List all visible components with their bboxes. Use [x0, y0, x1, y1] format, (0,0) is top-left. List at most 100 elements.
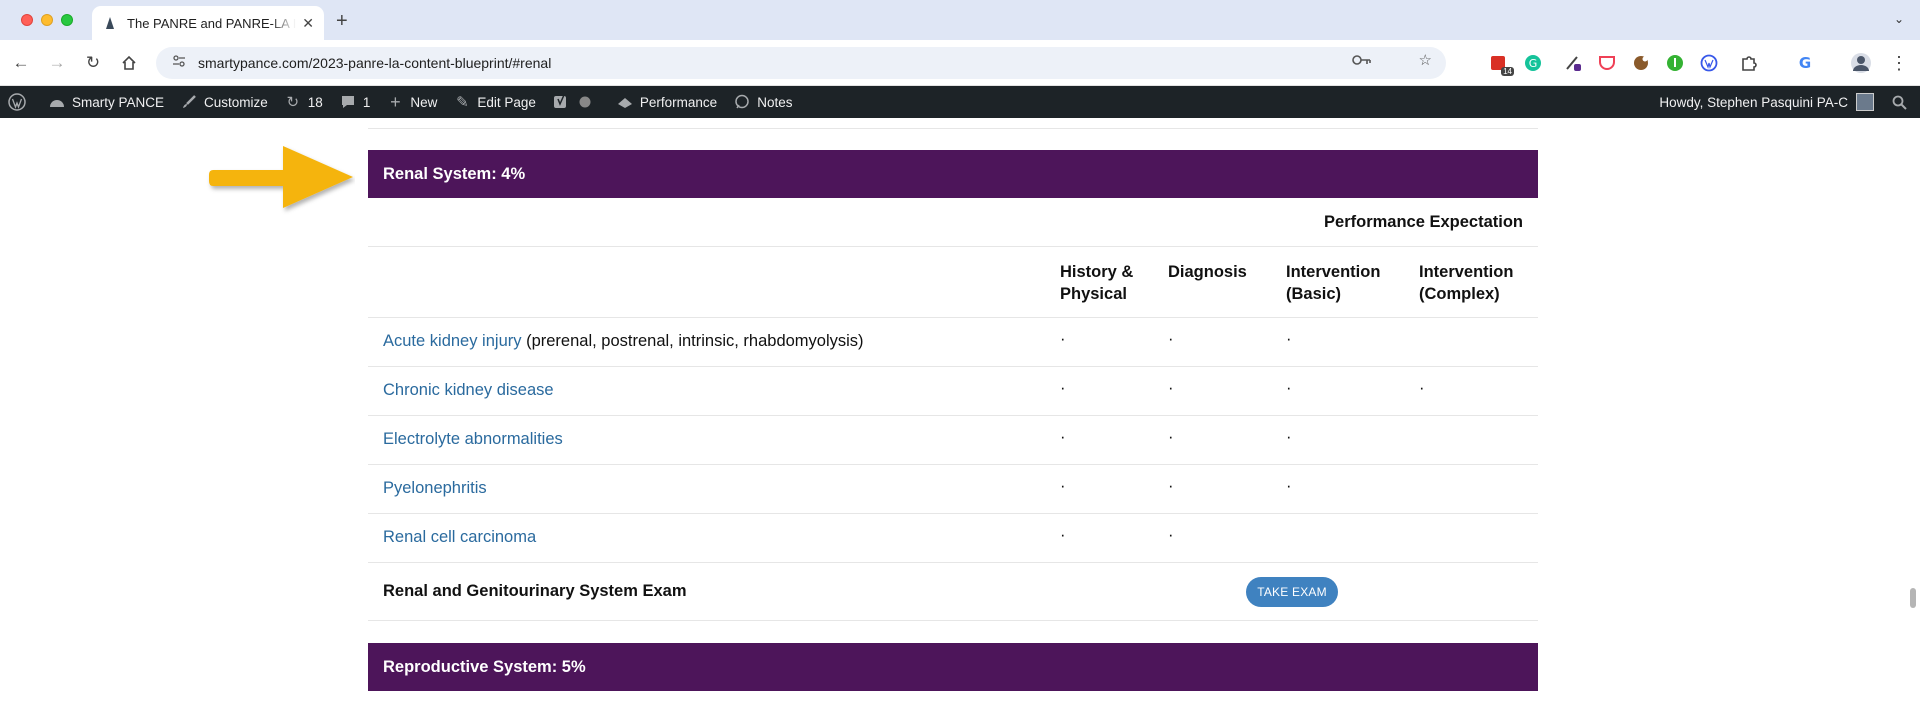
extension-pen-icon[interactable] — [1562, 52, 1584, 74]
column-header-history-physical: History & Physical — [1060, 263, 1134, 303]
notes-bubble-icon — [733, 93, 751, 111]
howdy-label: Howdy, Stephen Pasquini PA-C — [1659, 94, 1848, 110]
column-header-intervention-basic: Intervention (Basic) — [1286, 263, 1381, 303]
page-content: Renal System: 4% Performance Expectation… — [0, 118, 1920, 708]
wp-site-name[interactable]: Smarty PANCE — [40, 86, 172, 118]
table-row: Pyelonephritis · · · — [368, 465, 1538, 514]
mark-intervention-complex: · — [1419, 379, 1425, 397]
mark-diagnosis: · — [1168, 379, 1174, 397]
wp-comments[interactable]: 1 — [331, 86, 379, 118]
mark-diagnosis: · — [1168, 330, 1174, 348]
extension-badge: 14 — [1501, 67, 1514, 76]
browser-tab[interactable]: The PANRE and PANRE-LA In ✕ — [92, 6, 324, 40]
divider — [368, 128, 1538, 129]
table-row: Chronic kidney disease · · · · — [368, 367, 1538, 416]
tab-title: The PANRE and PANRE-LA In — [127, 15, 297, 31]
password-key-icon[interactable] — [1352, 53, 1372, 71]
seo-status-dot-icon — [576, 93, 594, 111]
edit-page-label: Edit Page — [477, 94, 536, 110]
url-text: smartypance.com/2023-panre-la-content-bl… — [198, 55, 552, 71]
extension-wordpress-icon[interactable] — [1698, 52, 1720, 74]
mark-history-physical: · — [1060, 428, 1066, 446]
page-scrollbar[interactable] — [1910, 588, 1916, 608]
renal-table: Performance Expectation History & Physic… — [368, 198, 1538, 621]
highlight-arrow-icon — [209, 146, 353, 208]
home-icon[interactable] — [118, 52, 140, 74]
reproductive-section-header: Reproductive System: 5% — [368, 643, 1538, 691]
extension-google-icon[interactable]: G — [1794, 52, 1816, 74]
take-exam-button[interactable]: TAKE EXAM — [1246, 577, 1338, 607]
performance-label: Performance — [639, 94, 718, 110]
wp-admin-bar: Smarty PANCE Customize ↻ 18 1 + New ✎ Ed… — [0, 86, 1920, 118]
mark-intervention-basic: · — [1286, 428, 1292, 446]
comments-count: 1 — [362, 94, 371, 110]
search-icon — [1890, 93, 1908, 111]
back-icon[interactable]: ← — [10, 52, 32, 74]
extension-calendar-icon[interactable]: 14 — [1488, 52, 1514, 76]
wp-edit-page[interactable]: ✎ Edit Page — [445, 86, 544, 118]
new-tab-icon[interactable]: + — [336, 10, 348, 33]
wp-customize[interactable]: Customize — [172, 86, 276, 118]
wp-performance[interactable]: Performance — [608, 86, 725, 118]
condition-link[interactable]: Electrolyte abnormalities — [383, 430, 563, 448]
minimize-window-button[interactable] — [41, 14, 53, 26]
wp-notes[interactable]: Notes — [725, 86, 800, 118]
mark-diagnosis: · — [1168, 526, 1174, 544]
wp-search[interactable] — [1882, 86, 1920, 118]
extension-grammarly-icon[interactable]: G — [1522, 52, 1544, 74]
updates-refresh-icon: ↻ — [286, 94, 300, 111]
new-label: New — [410, 94, 438, 110]
address-bar: ← → ↻ smartypance.com/2023-panre-la-cont… — [0, 40, 1920, 86]
url-omnibox[interactable]: smartypance.com/2023-panre-la-content-bl… — [156, 47, 1446, 79]
performance-expectation-label: Performance Expectation — [1324, 213, 1523, 231]
mark-diagnosis: · — [1168, 477, 1174, 495]
svg-text:G: G — [1529, 57, 1538, 70]
dashboard-gauge-icon — [48, 93, 66, 111]
extension-cookie-icon[interactable] — [1630, 52, 1652, 74]
renal-section-header: Renal System: 4% — [368, 150, 1538, 198]
table-header-row: History & Physical Diagnosis Interventio… — [368, 247, 1538, 318]
close-tab-icon[interactable]: ✕ — [302, 15, 314, 32]
plus-icon: + — [390, 91, 401, 112]
svg-text:G: G — [1799, 54, 1811, 72]
tab-bar: The PANRE and PANRE-LA In ✕ + ⌄ — [0, 0, 1920, 40]
wp-logo[interactable] — [0, 86, 40, 118]
wp-yoast[interactable] — [544, 86, 608, 118]
extension-green-icon[interactable] — [1664, 52, 1686, 74]
mark-history-physical: · — [1060, 477, 1066, 495]
site-info-icon[interactable] — [172, 54, 186, 73]
wp-new[interactable]: + New — [378, 86, 445, 118]
performance-expectation-row: Performance Expectation — [368, 198, 1538, 247]
renal-header-title: Renal System: 4% — [383, 164, 526, 183]
table-row: Acute kidney injury (prerenal, postrenal… — [368, 318, 1538, 367]
mark-intervention-basic: · — [1286, 330, 1292, 348]
exam-title: Renal and Genitourinary System Exam — [383, 582, 687, 600]
wordpress-logo-icon — [8, 93, 26, 111]
maximize-window-button[interactable] — [61, 14, 73, 26]
wp-my-account[interactable]: Howdy, Stephen Pasquini PA-C — [1651, 86, 1882, 118]
exam-row: Renal and Genitourinary System Exam TAKE… — [368, 563, 1538, 621]
condition-link[interactable]: Renal cell carcinoma — [383, 528, 536, 546]
condition-detail: (prerenal, postrenal, intrinsic, rhabdom… — [521, 332, 864, 350]
column-header-intervention-complex: Intervention (Complex) — [1419, 263, 1514, 303]
wp-updates[interactable]: ↻ 18 — [276, 86, 331, 118]
mark-diagnosis: · — [1168, 428, 1174, 446]
close-window-button[interactable] — [21, 14, 33, 26]
profile-avatar[interactable] — [1850, 52, 1872, 74]
table-row: Electrolyte abnormalities · · · — [368, 416, 1538, 465]
reload-icon[interactable]: ↻ — [82, 52, 104, 74]
browser-menu-icon[interactable]: ⋮ — [1888, 52, 1910, 74]
extension-pocket-icon[interactable] — [1596, 52, 1618, 74]
condition-link[interactable]: Chronic kidney disease — [383, 381, 554, 399]
mark-history-physical: · — [1060, 526, 1066, 544]
site-name-label: Smarty PANCE — [72, 94, 165, 110]
tab-search-icon[interactable]: ⌄ — [1894, 12, 1904, 26]
bookmark-star-icon[interactable]: ☆ — [1419, 51, 1432, 69]
mark-intervention-basic: · — [1286, 477, 1292, 495]
condition-link[interactable]: Acute kidney injury — [383, 332, 522, 350]
condition-link[interactable]: Pyelonephritis — [383, 479, 487, 497]
extensions-puzzle-icon[interactable] — [1738, 52, 1760, 74]
updates-count: 18 — [307, 94, 323, 110]
user-avatar — [1856, 93, 1874, 111]
forward-icon[interactable]: → — [46, 52, 68, 74]
